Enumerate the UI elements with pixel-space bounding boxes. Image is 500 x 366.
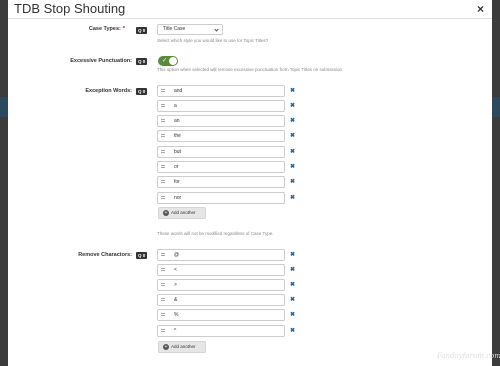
drag-handle-icon[interactable] — [161, 329, 165, 333]
remove-character-field[interactable]: @ — [157, 249, 285, 261]
plus-icon: + — [163, 344, 169, 350]
remove-character-field[interactable]: & — [157, 294, 285, 306]
remove-icon[interactable]: ✖ — [290, 281, 295, 289]
modal-header: TDB Stop Shouting × — [8, 0, 492, 19]
case-types-selected-value: Title Case — [163, 26, 186, 32]
field-value: % — [174, 312, 179, 318]
field-value: > — [174, 282, 177, 288]
drag-handle-icon[interactable] — [161, 196, 165, 200]
remove-icon[interactable]: ✖ — [290, 148, 295, 156]
toggle-knob — [169, 57, 177, 65]
drag-handle-icon[interactable] — [161, 119, 165, 123]
drag-handle-icon[interactable] — [161, 134, 165, 138]
case-types-select[interactable]: Title Case — [157, 24, 223, 35]
add-button-label: Add another — [171, 210, 196, 215]
exception-word-field[interactable]: or — [157, 161, 285, 173]
watermark: Fandayforum.com — [437, 352, 500, 360]
drag-handle-icon[interactable] — [161, 253, 165, 257]
field-value: a — [174, 103, 177, 109]
exception-word-field[interactable]: nor — [157, 192, 285, 204]
remove-icon[interactable]: ✖ — [290, 327, 295, 335]
excessive-punctuation-label: Excessive Punctuation: — [70, 58, 132, 64]
excessive-punctuation-help-badge[interactable]: Q 0 — [136, 58, 148, 65]
remove-icon[interactable]: ✖ — [290, 163, 295, 171]
exception-words-label: Exception Words: — [85, 88, 132, 94]
remove-character-field[interactable]: % — [157, 309, 285, 321]
field-value: or — [174, 164, 179, 170]
field-value: & — [174, 297, 178, 303]
exception-word-field[interactable]: the — [157, 130, 285, 142]
remove-icon[interactable]: ✖ — [290, 132, 295, 140]
exception-word-field[interactable]: but — [157, 146, 285, 158]
drag-handle-icon[interactable] — [161, 313, 165, 317]
remove-character-field[interactable]: > — [157, 279, 285, 291]
remove-characters-help-badge[interactable]: Q 0 — [136, 252, 148, 259]
check-icon: ✓ — [162, 58, 168, 64]
modal-title: TDB Stop Shouting — [14, 1, 126, 16]
remove-icon[interactable]: ✖ — [290, 178, 295, 186]
field-value: and — [174, 88, 183, 94]
drag-handle-icon[interactable] — [161, 104, 165, 108]
drag-handle-icon[interactable] — [161, 268, 165, 272]
field-value: the — [174, 133, 181, 139]
case-types-help-badge[interactable]: Q 0 — [136, 27, 148, 34]
field-value: for — [174, 179, 180, 185]
remove-character-field[interactable]: ^ — [157, 325, 285, 337]
remove-icon[interactable]: ✖ — [290, 296, 295, 304]
chevron-down-icon — [214, 27, 219, 32]
field-value: an — [174, 118, 180, 124]
case-types-help: Select which style you would like to use… — [157, 38, 269, 43]
case-types-label: Case Types: * — [65, 26, 125, 32]
plus-icon: + — [163, 210, 169, 216]
exception-words-help: These words will not be modified regardl… — [157, 231, 274, 236]
field-value: nor — [174, 195, 182, 201]
drag-handle-icon[interactable] — [161, 283, 165, 287]
remove-icon[interactable]: ✖ — [290, 311, 295, 319]
exception-words-help-badge[interactable]: Q 0 — [136, 88, 148, 95]
drag-handle-icon[interactable] — [161, 89, 165, 93]
remove-icon[interactable]: ✖ — [290, 251, 295, 259]
drag-handle-icon[interactable] — [161, 150, 165, 154]
case-types-label-text: Case Types: — [88, 26, 121, 32]
exception-word-field[interactable]: an — [157, 115, 285, 127]
remove-icon[interactable]: ✖ — [290, 194, 295, 202]
settings-modal: TDB Stop Shouting × Case Types: * Q 0 Tit… — [8, 0, 492, 366]
field-value: @ — [174, 252, 180, 258]
remove-icon[interactable]: ✖ — [290, 266, 295, 274]
field-value: < — [174, 267, 177, 273]
excessive-punctuation-toggle[interactable]: ✓ — [158, 56, 178, 66]
remove-icon[interactable]: ✖ — [290, 87, 295, 95]
remove-character-field[interactable]: < — [157, 264, 285, 276]
remove-characters-label: Remove Charactors: — [78, 252, 132, 258]
field-value: ^ — [174, 328, 177, 334]
field-value: but — [174, 149, 181, 155]
drag-handle-icon[interactable] — [161, 165, 165, 169]
remove-icon[interactable]: ✖ — [290, 117, 295, 125]
exception-word-field[interactable]: and — [157, 85, 285, 97]
drag-handle-icon[interactable] — [161, 180, 165, 184]
close-icon[interactable]: × — [477, 2, 484, 16]
add-exception-word-button[interactable]: + Add another — [158, 207, 206, 219]
exception-word-field[interactable]: for — [157, 176, 285, 188]
drag-handle-icon[interactable] — [161, 298, 165, 302]
exception-word-field[interactable]: a — [157, 100, 285, 112]
add-button-label: Add another — [171, 344, 196, 349]
add-remove-character-button[interactable]: + Add another — [158, 341, 206, 353]
excessive-punctuation-help: This option when selected will remove ex… — [157, 67, 344, 72]
required-mark: * — [122, 26, 125, 32]
remove-icon[interactable]: ✖ — [290, 102, 295, 110]
